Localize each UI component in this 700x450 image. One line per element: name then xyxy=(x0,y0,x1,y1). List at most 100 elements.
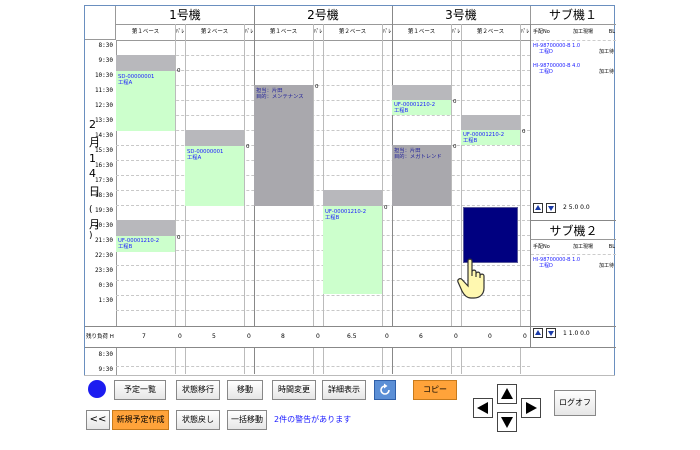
pallet-count: 0 xyxy=(453,144,457,150)
sub1-total: 2 5.0 0.0 xyxy=(563,204,590,211)
pallet-count: 0 xyxy=(453,99,457,105)
time-label: 12:30 xyxy=(94,102,113,109)
state-transition-button[interactable]: 状態移行 xyxy=(176,380,220,400)
schedule-block[interactable]: SD-00000001 工程A xyxy=(116,71,175,131)
arrow-right-button[interactable] xyxy=(521,398,541,418)
remaining-value: 0 xyxy=(454,333,458,340)
date-label-char: 4 xyxy=(89,167,96,180)
hand-pointer-icon xyxy=(457,258,493,300)
sub-machine-1-header: サブ機１ xyxy=(530,6,616,25)
remaining-value: 6 xyxy=(419,333,423,340)
detail-display-button[interactable]: 詳細表示 xyxy=(322,380,366,400)
time-label: 13:30 xyxy=(94,117,113,124)
schedule-list-button[interactable]: 予定一覧 xyxy=(114,380,166,400)
maintenance-block[interactable]: 担当：片田 目的：メンテナンス xyxy=(254,85,313,206)
move-button[interactable]: 移動 xyxy=(227,380,263,400)
arrow-right-icon xyxy=(526,402,537,414)
sub2-scroll-up-button[interactable] xyxy=(533,328,543,338)
arrow-up-icon xyxy=(501,388,513,399)
time-label: 19:30 xyxy=(94,207,113,214)
m3-base1-header: 第１ベース xyxy=(392,24,452,41)
date-label-char: 2 xyxy=(89,118,96,131)
remaining-row-border xyxy=(85,326,530,348)
remaining-value: 0 xyxy=(247,333,251,340)
sub2-scroll-down-button[interactable] xyxy=(546,328,556,338)
m1-base1-header: 第１ベース xyxy=(116,24,176,41)
schedule-block[interactable] xyxy=(461,115,520,130)
sub2-table-header: 手配No 加工現場 BL xyxy=(531,240,616,255)
time-label: 11:30 xyxy=(94,87,113,94)
logoff-button[interactable]: ログオフ xyxy=(554,390,596,416)
schedule-block[interactable] xyxy=(116,220,175,236)
sub-machine-2-header: サブ機２ xyxy=(530,220,616,240)
refresh-button[interactable] xyxy=(374,380,396,400)
machine-1-header: 1号機 xyxy=(116,6,255,25)
arrow-left-button[interactable] xyxy=(473,398,493,418)
time-label: 1:30 xyxy=(98,297,113,304)
date-label-char: ) xyxy=(89,231,93,241)
remaining-value: 0 xyxy=(316,333,320,340)
toolbar: 予定一覧 状態移行 移動 時間変更 詳細表示 コピー << 新規予定作成 状態戻… xyxy=(84,375,615,446)
time-label: 21:30 xyxy=(94,237,113,244)
date-label-char: 月 xyxy=(89,136,100,149)
time-label: 9:30 xyxy=(98,366,113,373)
pallet-count: 0 xyxy=(177,235,181,241)
schedule-block[interactable]: UF-00001210-2 工程B xyxy=(461,130,520,145)
schedule-block[interactable] xyxy=(392,85,451,100)
schedule-block[interactable]: UF-00001210-2 工程B xyxy=(116,236,175,252)
remaining-value: 0 xyxy=(178,333,182,340)
time-label: 10:30 xyxy=(94,72,113,79)
time-label: 9:30 xyxy=(98,57,113,64)
arrow-down-button[interactable] xyxy=(497,412,517,432)
refresh-icon xyxy=(380,383,390,395)
pallet-count: 0 xyxy=(246,144,250,150)
sub2-row[interactable]: HI-98700000-B 1.0 工程D 加工待 xyxy=(531,257,616,269)
m3-base2-header: 第２ベース xyxy=(461,24,521,41)
corner-cell xyxy=(85,6,116,40)
m2-base1-header: 第１ベース xyxy=(254,24,314,41)
time-change-button[interactable]: 時間変更 xyxy=(272,380,316,400)
time-label: 0:30 xyxy=(98,282,113,289)
copy-button[interactable]: コピー xyxy=(413,380,457,400)
pallet-count: 0 xyxy=(315,84,319,90)
sub1-table-header: 手配No 加工現場 BL xyxy=(531,24,616,41)
sub1-scroll-up-button[interactable] xyxy=(533,203,543,213)
new-schedule-button[interactable]: 新規予定作成 xyxy=(112,410,169,430)
selected-schedule-block[interactable] xyxy=(463,207,518,263)
remaining-value: 5 xyxy=(212,333,216,340)
sub1-scroll-down-button[interactable] xyxy=(546,203,556,213)
sub1-row[interactable]: HI-98700000-B 4.0 工程D 加工待 xyxy=(531,63,616,75)
schedule-block[interactable]: UF-00001210-2 工程B xyxy=(323,206,382,294)
back-button[interactable]: << xyxy=(86,410,110,430)
pallet-count: 0 xyxy=(384,205,388,211)
m1-base2-header: 第２ベース xyxy=(185,24,245,41)
machine-2-header: 2号機 xyxy=(254,6,393,25)
status-indicator-icon xyxy=(88,380,106,398)
remaining-value: 6.5 xyxy=(347,333,357,340)
schedule-block[interactable]: UF-00001210-2 工程B xyxy=(392,100,451,115)
remaining-value: 0 xyxy=(523,333,527,340)
schedule-block[interactable] xyxy=(323,190,382,206)
state-revert-button[interactable]: 状態戻し xyxy=(176,410,220,430)
schedule-block[interactable]: SD-00000001 工程A xyxy=(185,146,244,206)
schedule-block[interactable] xyxy=(116,55,175,71)
sub-machine-2-panel: 手配No 加工現場 BL HI-98700000-B 1.0 工程D 加工待 xyxy=(530,240,616,326)
sub2-total: 1 1.0 0.0 xyxy=(563,330,590,337)
sub-machine-1-panel: 手配No 加工現場 BL HI-98700000-B 1.0 工程D 加工待 HI… xyxy=(530,24,616,220)
warning-message: 2件の警告があります xyxy=(274,415,352,424)
maintenance-block[interactable]: 担当：片田 目的：メガトレンド xyxy=(392,145,451,206)
arrow-down-icon xyxy=(501,417,513,428)
time-label: 16:30 xyxy=(94,162,113,169)
arrow-up-button[interactable] xyxy=(497,384,517,404)
date-label-char: 日 xyxy=(89,185,100,198)
remaining-value: 0 xyxy=(488,333,492,340)
time-label: 8:30 xyxy=(98,42,113,49)
time-label: 23:30 xyxy=(94,267,113,274)
date-label-char: 月 xyxy=(89,218,100,231)
pallet-count: 0 xyxy=(522,129,526,135)
date-label-char: 1 xyxy=(89,152,96,165)
schedule-block[interactable] xyxy=(185,130,244,146)
sub1-row[interactable]: HI-98700000-B 1.0 工程D 加工待 xyxy=(531,43,616,55)
arrow-left-icon xyxy=(477,402,488,414)
batch-move-button[interactable]: 一括移動 xyxy=(227,410,267,430)
